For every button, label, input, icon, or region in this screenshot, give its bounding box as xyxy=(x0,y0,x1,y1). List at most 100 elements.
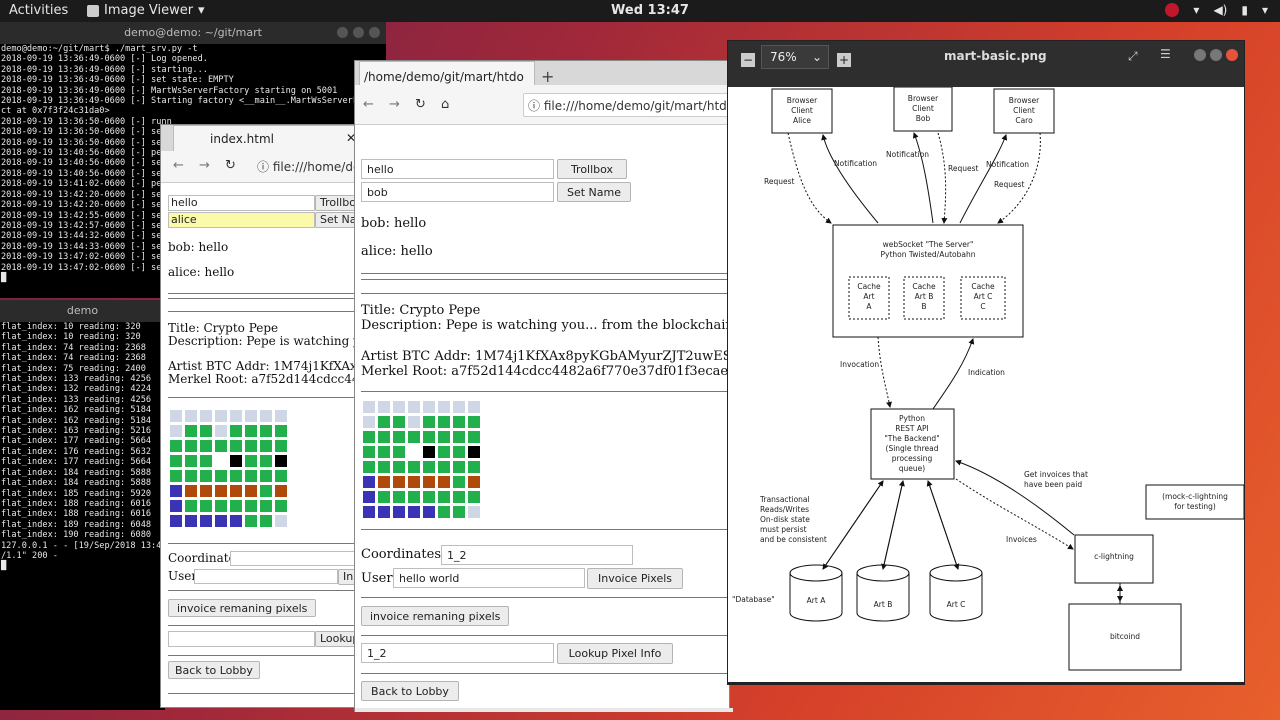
pixel-cell[interactable] xyxy=(468,446,480,458)
pixel-cell[interactable] xyxy=(468,401,480,413)
pixel-cell[interactable] xyxy=(423,491,435,503)
pixel-cell[interactable] xyxy=(230,485,242,497)
set-name-button[interactable]: Set Name xyxy=(557,182,631,202)
pixel-cell[interactable] xyxy=(423,446,435,458)
pixel-cell[interactable] xyxy=(185,470,197,482)
pixel-cell[interactable] xyxy=(200,455,212,467)
pixel-cell[interactable] xyxy=(438,416,450,428)
pixel-cell[interactable] xyxy=(438,491,450,503)
pixel-cell[interactable] xyxy=(215,485,227,497)
reload-icon[interactable]: ↻ xyxy=(415,97,426,112)
pixel-cell[interactable] xyxy=(230,470,242,482)
pixel-cell[interactable] xyxy=(200,500,212,512)
new-tab-icon[interactable]: + xyxy=(541,67,554,86)
pixel-cell[interactable] xyxy=(260,440,272,452)
message-input[interactable]: hello xyxy=(168,195,315,211)
clock[interactable]: Wed 13:47 xyxy=(611,3,689,18)
pixel-cell[interactable] xyxy=(185,515,197,527)
pixel-cell[interactable] xyxy=(200,515,212,527)
pixel-cell[interactable] xyxy=(378,461,390,473)
pixel-cell[interactable] xyxy=(393,416,405,428)
pixel-cell[interactable] xyxy=(408,401,420,413)
menu-icon[interactable]: ☰ xyxy=(1160,47,1171,61)
pixel-cell[interactable] xyxy=(230,425,242,437)
pixel-cell[interactable] xyxy=(468,461,480,473)
pixel-cell[interactable] xyxy=(245,500,257,512)
pixel-cell[interactable] xyxy=(245,410,257,422)
pixel-cell[interactable] xyxy=(275,470,287,482)
maximize-icon[interactable] xyxy=(353,27,364,38)
pixel-cell[interactable] xyxy=(408,446,420,458)
pixel-cell[interactable] xyxy=(378,416,390,428)
pixel-cell[interactable] xyxy=(260,470,272,482)
coordinates-input[interactable] xyxy=(230,551,359,566)
invoice-remaining-button[interactable]: invoice remaning pixels xyxy=(361,606,509,626)
pixel-cell[interactable] xyxy=(468,476,480,488)
pixel-cell[interactable] xyxy=(275,425,287,437)
pixel-cell[interactable] xyxy=(363,401,375,413)
activities-button[interactable]: Activities xyxy=(9,3,68,18)
pixel-cell[interactable] xyxy=(438,506,450,518)
back-to-lobby-button[interactable]: Back to Lobby xyxy=(168,661,260,679)
pixel-cell[interactable] xyxy=(393,506,405,518)
pixel-cell[interactable] xyxy=(200,470,212,482)
pixel-cell[interactable] xyxy=(378,401,390,413)
pixel-cell[interactable] xyxy=(170,515,182,527)
image-viewer-window[interactable]: − 76% ⌄ + mart-basic.png ⤢ ☰ Browser Cli… xyxy=(727,40,1245,685)
pixel-cell[interactable] xyxy=(363,476,375,488)
user-input[interactable]: hello world xyxy=(393,568,585,588)
reload-icon[interactable]: ↻ xyxy=(225,158,236,173)
pixel-cell[interactable] xyxy=(215,440,227,452)
pixel-cell[interactable] xyxy=(378,491,390,503)
pixel-cell[interactable] xyxy=(215,425,227,437)
pixel-cell[interactable] xyxy=(200,485,212,497)
pixel-cell[interactable] xyxy=(230,440,242,452)
system-tray[interactable]: ▾ ◀) ▮ ▾ xyxy=(1165,3,1268,17)
pixel-grid[interactable] xyxy=(170,410,287,527)
forward-icon[interactable]: → xyxy=(199,158,210,173)
terminal-window-readings[interactable]: demo flat_index: 10 reading: 320 flat_in… xyxy=(0,300,165,710)
pixel-cell[interactable] xyxy=(468,416,480,428)
url-bar[interactable]: ⓘ file:///home/de xyxy=(253,155,359,179)
pixel-cell[interactable] xyxy=(215,500,227,512)
pixel-cell[interactable] xyxy=(453,416,465,428)
pixel-cell[interactable] xyxy=(408,506,420,518)
terminal-titlebar[interactable]: demo@demo: ~/git/mart xyxy=(0,22,386,44)
zoom-select[interactable]: 76% ⌄ xyxy=(761,45,829,69)
pixel-cell[interactable] xyxy=(230,500,242,512)
pixel-cell[interactable] xyxy=(453,431,465,443)
pixel-cell[interactable] xyxy=(408,431,420,443)
pixel-cell[interactable] xyxy=(438,401,450,413)
close-icon[interactable] xyxy=(1226,49,1238,61)
terminal-titlebar[interactable]: demo xyxy=(0,300,165,322)
pixel-cell[interactable] xyxy=(378,446,390,458)
invoice-remaining-button[interactable]: invoice remaning pixels xyxy=(168,599,317,617)
url-bar[interactable]: ⓘ file:///home/demo/git/mart/htdo xyxy=(523,93,729,117)
pixel-cell[interactable] xyxy=(275,410,287,422)
pixel-cell[interactable] xyxy=(378,506,390,518)
pixel-cell[interactable] xyxy=(363,461,375,473)
pixel-cell[interactable] xyxy=(453,506,465,518)
back-icon[interactable]: ← xyxy=(363,97,374,112)
pixel-cell[interactable] xyxy=(408,416,420,428)
pixel-cell[interactable] xyxy=(408,491,420,503)
pixel-cell[interactable] xyxy=(245,470,257,482)
forward-icon[interactable]: → xyxy=(389,97,400,112)
back-icon[interactable]: ← xyxy=(173,158,184,173)
pixel-cell[interactable] xyxy=(363,491,375,503)
pixel-cell[interactable] xyxy=(393,401,405,413)
pixel-cell[interactable] xyxy=(215,455,227,467)
pixel-cell[interactable] xyxy=(260,455,272,467)
pixel-cell[interactable] xyxy=(275,440,287,452)
viewer-headerbar[interactable]: − 76% ⌄ + mart-basic.png ⤢ ☰ xyxy=(728,41,1244,87)
maximize-icon[interactable] xyxy=(1210,49,1222,61)
redball-indicator-icon[interactable] xyxy=(1165,3,1180,17)
pixel-cell[interactable] xyxy=(185,455,197,467)
pixel-cell[interactable] xyxy=(393,461,405,473)
pixel-cell[interactable] xyxy=(260,500,272,512)
pixel-cell[interactable] xyxy=(170,440,182,452)
pixel-cell[interactable] xyxy=(438,461,450,473)
pixel-cell[interactable] xyxy=(275,485,287,497)
pixel-cell[interactable] xyxy=(363,416,375,428)
lookup-input[interactable] xyxy=(168,631,315,647)
